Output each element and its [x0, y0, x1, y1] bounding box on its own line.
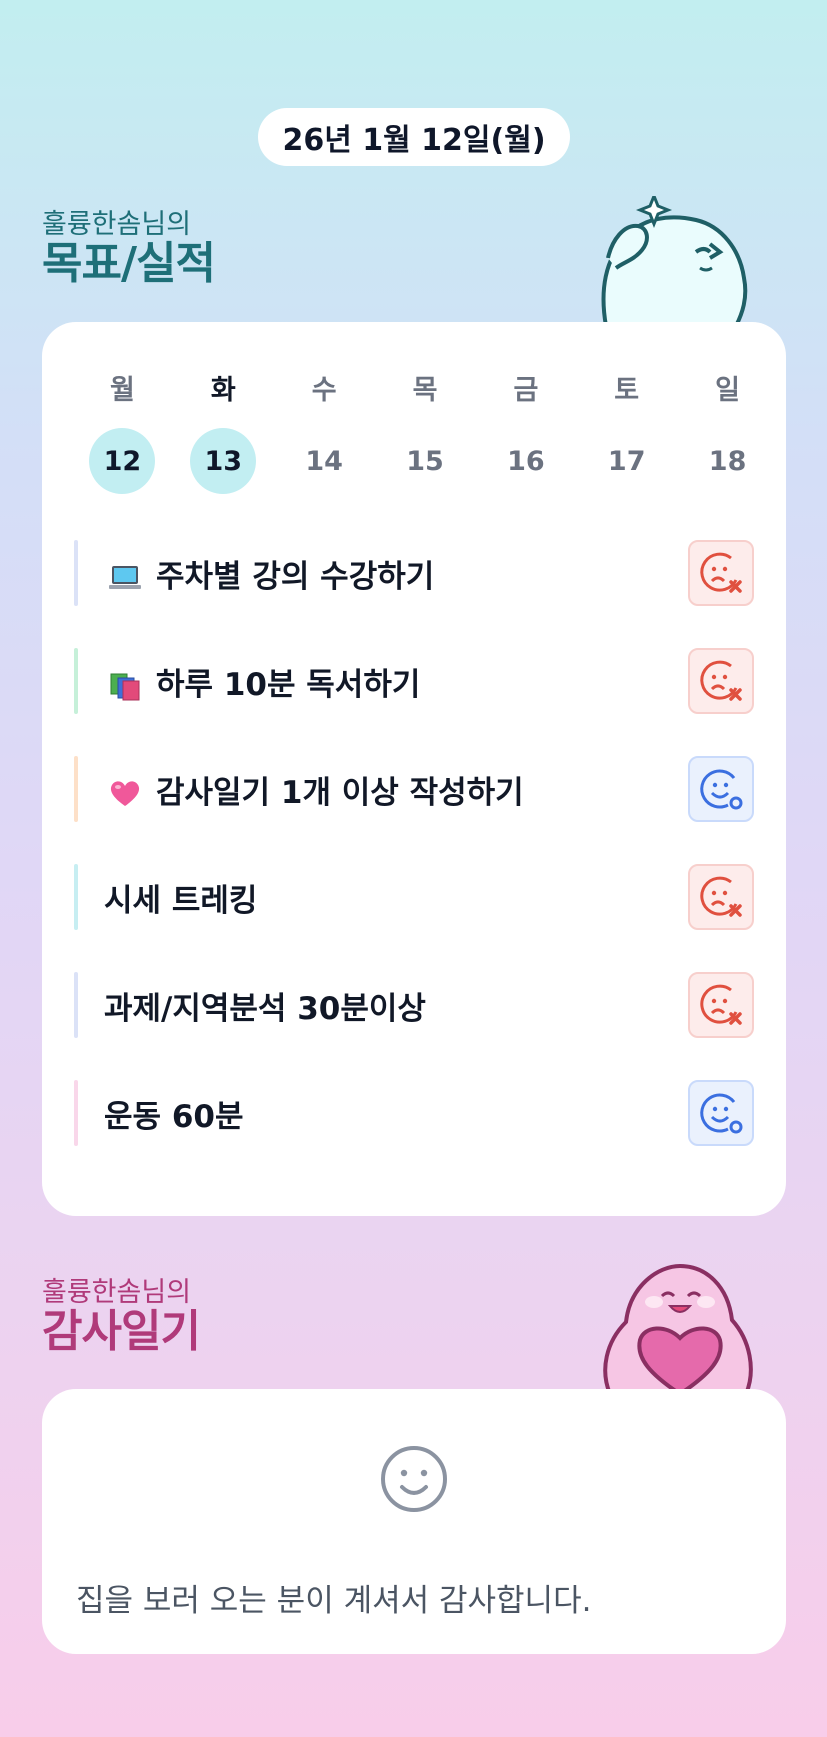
week-dates: 12 13 14 15 16 17 18: [72, 428, 778, 494]
goals-title: 목표/실적: [42, 238, 216, 289]
dow-mon: 월: [110, 374, 135, 406]
date-16[interactable]: 16: [493, 428, 559, 494]
date-18[interactable]: 18: [695, 428, 761, 494]
sad-fail-icon: [700, 552, 742, 593]
date-17[interactable]: 17: [594, 428, 660, 494]
goal-label: 시세 트레킹: [104, 882, 258, 919]
goal-label: 하루 10분 독서하기: [156, 666, 421, 703]
goals-owner-label: 훌륭한솜님의: [42, 209, 192, 240]
smile-face-icon: [381, 1446, 447, 1512]
goals-card: 월 화 수 목 금 토 일 12 13 14 15 16 17 18 주차별 강…: [42, 322, 786, 1216]
diary-entry-text: 집을 보러 오는 분이 계셔서 감사합니다.: [76, 1583, 592, 1619]
goal-item[interactable]: 주차별 강의 수강하기: [74, 540, 754, 606]
goal-list: 주차별 강의 수강하기 하루 10분 독서하기 감사일기 1개 이상 작성하기 …: [74, 540, 754, 1188]
goal-item[interactable]: 하루 10분 독서하기: [74, 648, 754, 714]
goal-status-button[interactable]: [688, 540, 754, 606]
dow-sat: 토: [614, 374, 640, 406]
goal-label: 과제/지역분석 30분이상: [104, 990, 426, 1027]
date-15[interactable]: 15: [392, 428, 458, 494]
goals-section-heading: 훌륭한솜님의 목표/실적: [42, 209, 216, 289]
dow-thu: 목: [412, 374, 438, 406]
goal-status-button[interactable]: [688, 648, 754, 714]
date-label: 26년 1월 12일(월): [282, 123, 546, 158]
goal-item[interactable]: 운동 60분: [74, 1080, 754, 1146]
goal-status-button[interactable]: [688, 1080, 754, 1146]
goal-label: 주차별 강의 수강하기: [156, 558, 435, 595]
diary-owner-label: 훌륭한솜님의: [42, 1277, 192, 1308]
goal-status-button[interactable]: [688, 756, 754, 822]
diary-card[interactable]: 집을 보러 오는 분이 계셔서 감사합니다.: [42, 1389, 786, 1654]
goal-color-bar: [74, 648, 78, 714]
date-pill[interactable]: 26년 1월 12일(월): [258, 108, 570, 166]
smile-pass-icon: [700, 1093, 743, 1134]
goal-item[interactable]: 시세 트레킹: [74, 864, 754, 930]
laptop-icon: [109, 566, 141, 589]
goal-color-bar: [74, 540, 78, 606]
goal-color-bar: [74, 756, 78, 822]
heart-icon: [110, 781, 140, 806]
books-icon: [110, 673, 140, 701]
date-12[interactable]: 12: [89, 428, 156, 494]
dow-tue: 화: [210, 374, 236, 406]
week-calendar: 월 화 수 목 금 토 일 12 13 14 15 16 17 18: [72, 370, 778, 494]
goal-label: 운동 60분: [104, 1098, 244, 1135]
date-13[interactable]: 13: [190, 428, 257, 494]
dow-sun: 일: [715, 374, 740, 406]
goal-status-button[interactable]: [688, 864, 754, 930]
diary-title: 감사일기: [42, 1306, 201, 1357]
sad-fail-icon: [700, 660, 742, 701]
goal-item[interactable]: 과제/지역분석 30분이상: [74, 972, 754, 1038]
goal-color-bar: [74, 1080, 78, 1146]
ghost-character-icon: [601, 196, 748, 326]
goal-item[interactable]: 감사일기 1개 이상 작성하기: [74, 756, 754, 822]
goal-status-button[interactable]: [688, 972, 754, 1038]
sad-fail-icon: [700, 876, 742, 917]
diary-section-heading: 훌륭한솜님의 감사일기: [42, 1277, 201, 1357]
goal-color-bar: [74, 972, 78, 1038]
date-14[interactable]: 14: [291, 428, 357, 494]
goal-label: 감사일기 1개 이상 작성하기: [156, 774, 524, 811]
dow-fri: 금: [513, 374, 539, 406]
dow-wed: 수: [311, 374, 337, 406]
goal-color-bar: [74, 864, 78, 930]
week-day-names: 월 화 수 목 금 토 일: [72, 370, 778, 406]
sad-fail-icon: [700, 984, 742, 1025]
smile-pass-icon: [700, 769, 743, 810]
pink-character-icon: [603, 1263, 753, 1394]
